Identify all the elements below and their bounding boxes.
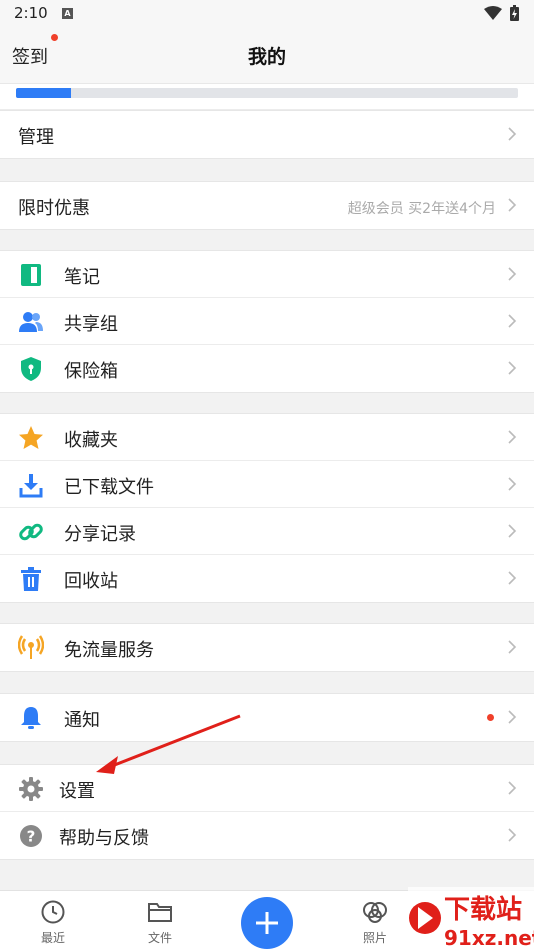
tab-files-label: 文件 bbox=[147, 931, 172, 945]
note-label: 笔记 bbox=[64, 267, 100, 288]
note-icon bbox=[21, 264, 41, 286]
link-icon bbox=[19, 523, 43, 541]
notify-label: 通知 bbox=[64, 710, 100, 731]
chevron-right-icon bbox=[508, 710, 517, 724]
manage-label: 管理 bbox=[18, 127, 54, 148]
trash-icon bbox=[21, 567, 41, 591]
chevron-right-icon bbox=[508, 524, 517, 538]
favorites-row[interactable]: 收藏夹 bbox=[0, 414, 534, 461]
clock-icon bbox=[41, 900, 65, 924]
folder-icon bbox=[148, 903, 172, 922]
share-history-row[interactable]: 分享记录 bbox=[0, 508, 534, 555]
storage-bar[interactable] bbox=[0, 84, 534, 110]
tab-recent-label: 最近 bbox=[40, 931, 65, 945]
bell-icon bbox=[21, 707, 41, 729]
traffic-row[interactable]: 免流量服务 bbox=[0, 624, 534, 671]
group-label: 共享组 bbox=[64, 314, 118, 335]
page-header: 签到 我的 bbox=[0, 28, 534, 84]
tab-photos-label: 照片 bbox=[362, 931, 387, 945]
wifi-icon bbox=[484, 6, 502, 20]
chevron-right-icon bbox=[508, 127, 517, 141]
group-row[interactable]: 共享组 bbox=[0, 298, 534, 345]
group-icon bbox=[19, 312, 43, 332]
svg-text:下载站: 下载站 bbox=[444, 895, 522, 925]
manage-group: 管理 bbox=[0, 110, 534, 159]
status-time: 2:10 bbox=[14, 4, 48, 22]
chevron-right-icon bbox=[508, 477, 517, 491]
star-icon bbox=[19, 426, 43, 449]
settings-row[interactable]: 设置 bbox=[0, 765, 534, 812]
trash-row[interactable]: 回收站 bbox=[0, 555, 534, 602]
chevron-right-icon bbox=[508, 361, 517, 375]
watermark-logo: 下载站 91xz.net bbox=[408, 887, 534, 950]
notify-badge bbox=[487, 714, 494, 721]
chevron-right-icon bbox=[508, 640, 517, 654]
promo-row[interactable]: 限时优惠 超级会员 买2年送4个月 bbox=[0, 182, 534, 229]
chevron-right-icon bbox=[508, 828, 517, 842]
downloads-label: 已下载文件 bbox=[64, 477, 154, 498]
chevron-right-icon bbox=[508, 314, 517, 328]
favorites-label: 收藏夹 bbox=[64, 430, 118, 451]
note-row[interactable]: 笔记 bbox=[0, 251, 534, 298]
manage-row[interactable]: 管理 bbox=[0, 111, 534, 158]
page-title: 我的 bbox=[247, 46, 286, 68]
vault-row[interactable]: 保险箱 bbox=[0, 345, 534, 392]
storage-progress-fill bbox=[16, 88, 72, 98]
tab-files[interactable]: 文件 bbox=[130, 899, 190, 946]
tab-recent[interactable]: 最近 bbox=[23, 899, 83, 946]
help-row[interactable]: ? 帮助与反馈 bbox=[0, 812, 534, 859]
notify-group: 通知 bbox=[0, 693, 534, 742]
downloads-row[interactable]: 已下载文件 bbox=[0, 461, 534, 508]
vault-label: 保险箱 bbox=[64, 361, 118, 382]
tab-photos[interactable]: 照片 bbox=[345, 899, 405, 946]
files-group: 收藏夹 已下载文件 分享记录 回收站 bbox=[0, 413, 534, 603]
promo-group: 限时优惠 超级会员 买2年送4个月 bbox=[0, 181, 534, 230]
traffic-label: 免流量服务 bbox=[64, 640, 154, 661]
promo-label: 限时优惠 bbox=[18, 198, 90, 219]
settings-group: 设置 ? 帮助与反馈 bbox=[0, 764, 534, 860]
photos-icon bbox=[363, 902, 387, 923]
chevron-right-icon bbox=[508, 198, 517, 212]
promo-hint: 超级会员 买2年送4个月 bbox=[347, 201, 496, 217]
trash-label: 回收站 bbox=[64, 571, 118, 592]
share-history-label: 分享记录 bbox=[64, 524, 136, 545]
chevron-right-icon bbox=[508, 781, 517, 795]
signal-icon bbox=[18, 635, 44, 659]
notify-row[interactable]: 通知 bbox=[0, 694, 534, 741]
status-bar: 2:10 A bbox=[0, 0, 534, 28]
shield-icon bbox=[21, 357, 41, 381]
storage-progress-track bbox=[16, 88, 518, 98]
battery-icon bbox=[510, 5, 519, 21]
chevron-right-icon bbox=[508, 430, 517, 444]
checkin-badge bbox=[51, 34, 58, 41]
add-button[interactable] bbox=[241, 897, 293, 949]
chevron-right-icon bbox=[508, 267, 517, 281]
help-label: 帮助与反馈 bbox=[59, 828, 149, 849]
chevron-right-icon bbox=[508, 571, 517, 585]
svg-text:?: ? bbox=[27, 828, 36, 846]
plus-icon bbox=[256, 912, 278, 934]
svg-text:91xz.net: 91xz.net bbox=[444, 926, 534, 950]
tools-group: 笔记 共享组 保险箱 bbox=[0, 250, 534, 393]
download-icon bbox=[19, 474, 43, 498]
traffic-group: 免流量服务 bbox=[0, 623, 534, 672]
a-icon: A bbox=[62, 8, 73, 19]
help-icon: ? bbox=[20, 825, 42, 847]
settings-label: 设置 bbox=[59, 781, 95, 802]
gear-icon bbox=[19, 777, 43, 801]
